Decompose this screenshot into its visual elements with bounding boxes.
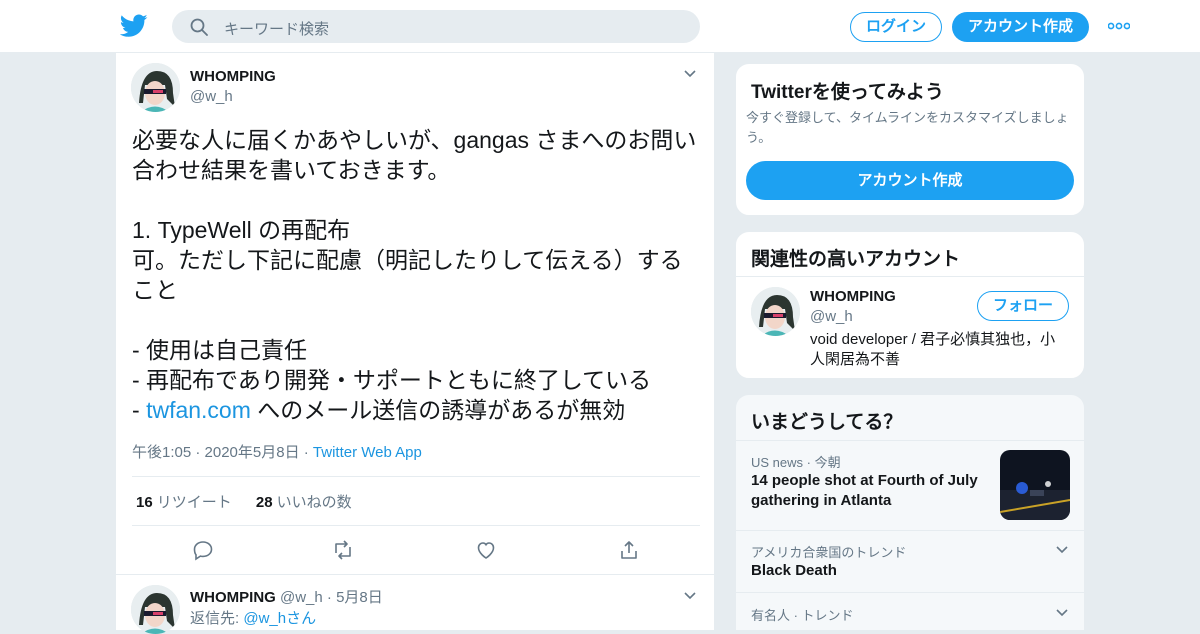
tweet-source-link[interactable]: Twitter Web App	[313, 444, 422, 461]
related-account-name[interactable]: WHOMPING	[810, 288, 896, 305]
chevron-down-icon[interactable]	[1055, 545, 1069, 555]
tweet-meta: 午後1:05 · 2020年5月8日 · Twitter Web App	[132, 441, 422, 462]
retweet-label: リツイート	[156, 494, 232, 511]
search-input[interactable]: キーワード検索	[224, 18, 329, 39]
divider	[116, 574, 716, 575]
twitter-logo-icon[interactable]	[120, 13, 148, 39]
divider	[132, 476, 700, 477]
retweet-count: 16	[136, 494, 153, 511]
trend-item[interactable]: 14 people shot at Fourth of July gatheri…	[751, 471, 981, 511]
trend-meta: US news · 今朝	[751, 455, 841, 470]
tweet-text-body: 必要な人に届くかあやしいが、gangas さまへのお問い合わせ結果を書いておきま…	[132, 127, 697, 423]
tweet-detail-panel: WHOMPING @w_h 必要な人に届くかあやしいが、gangas さまへのお…	[115, 53, 716, 634]
top-navigation-bar: キーワード検索 ログイン アカウント作成	[0, 0, 1200, 53]
share-icon[interactable]	[617, 538, 641, 562]
more-dots-icon[interactable]	[1108, 20, 1130, 32]
like-count: 28	[255, 494, 273, 511]
divider	[736, 530, 1084, 531]
signup-card-subtitle: 今すぐ登録して、タイムラインをカスタマイズしましょう。	[746, 110, 1069, 145]
reply-author-name: WHOMPING	[190, 589, 276, 606]
trend-meta: アメリカ合衆国のトレンド	[751, 545, 907, 560]
trend-item[interactable]: Black Death	[751, 561, 837, 581]
author-name[interactable]: WHOMPING	[190, 68, 276, 85]
retweet-icon[interactable]	[331, 538, 355, 562]
search-icon	[190, 18, 208, 36]
reply-avatar[interactable]	[131, 585, 180, 634]
like-icon[interactable]	[474, 538, 498, 562]
follow-button[interactable]: フォロー	[977, 291, 1069, 321]
chevron-down-icon[interactable]	[1055, 608, 1069, 618]
divider	[132, 525, 700, 526]
tweet-link[interactable]: twfan.com	[146, 397, 251, 423]
reply-to-handle-link[interactable]: @w_hさん	[243, 610, 316, 627]
search-bar[interactable]: キーワード検索	[172, 10, 700, 43]
related-account-handle[interactable]: @w_h	[810, 308, 853, 325]
author-handle[interactable]: @w_h	[190, 88, 233, 105]
reply-icon[interactable]	[191, 538, 215, 562]
like-stat[interactable]: 28 いいねの数	[256, 494, 352, 511]
trends-card: いまどうしてる？ US news · 今朝 14 people shot at …	[735, 394, 1085, 630]
divider	[736, 592, 1084, 593]
login-button[interactable]: ログイン	[850, 12, 942, 42]
trends-title: いまどうしてる？	[751, 412, 903, 433]
signup-card-title: Twitterを使ってみよう	[751, 82, 944, 103]
related-account-avatar[interactable]	[751, 287, 800, 336]
tweet-actions	[116, 538, 716, 562]
chevron-down-icon[interactable]	[683, 591, 697, 601]
related-accounts-title: 関連性の高いアカウント	[751, 249, 961, 270]
reply-to: 返信先: @w_hさん	[190, 607, 316, 628]
related-account-bio: void developer / 君子必慎其独也，小人閑居為不善	[810, 331, 1056, 368]
reply-header[interactable]: WHOMPING @w_h · 5月8日	[190, 586, 383, 607]
signup-card-button[interactable]: アカウント作成	[746, 161, 1074, 200]
chevron-down-icon[interactable]	[683, 69, 697, 79]
divider	[736, 276, 1084, 277]
retweet-stat[interactable]: 16 リツイート	[136, 494, 232, 511]
tweet-timestamp[interactable]: 午後1:05 · 2020年5月8日 ·	[132, 444, 313, 461]
reply-to-prefix: 返信先:	[190, 610, 244, 627]
avatar[interactable]	[131, 63, 180, 112]
related-accounts-card: 関連性の高いアカウント WHOMPING @w_h void developer…	[735, 231, 1085, 379]
trend-meta: 有名人 · トレンド	[751, 608, 854, 623]
signup-button[interactable]: アカウント作成	[952, 12, 1089, 42]
tweet-text: 必要な人に届くかあやしいが、gangas さまへのお問い合わせ結果を書いておきま…	[132, 125, 702, 425]
trend-thumbnail[interactable]	[1000, 450, 1070, 520]
like-label: いいねの数	[276, 494, 352, 511]
divider	[736, 440, 1084, 441]
tweet-stats: 16 リツイート 28 いいねの数	[136, 491, 372, 512]
tweet-text-tail: へのメール送信の誘導があるが無効	[250, 397, 626, 423]
reply-handle-date: @w_h · 5月8日	[280, 589, 383, 606]
signup-card: Twitterを使ってみよう 今すぐ登録して、タイムラインをカスタマイズしましょ…	[735, 63, 1085, 216]
